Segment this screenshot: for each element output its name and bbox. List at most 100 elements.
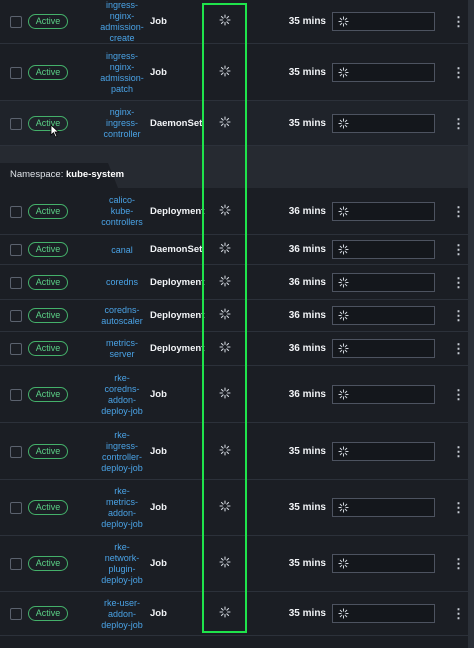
row-checkbox[interactable] [10, 66, 22, 79]
workload-age: 36 mins [288, 310, 326, 321]
spinner-icon [338, 502, 349, 513]
workload-age: 35 mins [288, 502, 326, 513]
row-checkbox[interactable] [10, 16, 22, 28]
workload-age: 35 mins [288, 117, 326, 129]
row-checkbox[interactable] [10, 310, 22, 322]
kebab-menu-icon[interactable]: ⋮ [452, 116, 465, 131]
kebab-menu-icon[interactable]: ⋮ [452, 204, 465, 219]
kebab-menu-icon[interactable]: ⋮ [452, 607, 465, 621]
workload-kind: Job [150, 388, 167, 400]
status-badge: Active [28, 500, 68, 515]
status-badge: Active [28, 115, 68, 131]
kebab-menu-icon[interactable]: ⋮ [452, 342, 465, 356]
loading-field [332, 62, 435, 82]
loading-field [332, 604, 435, 623]
kebab-menu-icon[interactable]: ⋮ [452, 309, 465, 323]
loading-field [332, 113, 435, 133]
spinner-icon [338, 310, 349, 321]
row-checkbox[interactable] [10, 343, 22, 355]
workload-kind: Job [150, 445, 167, 457]
workload-age: 35 mins [288, 445, 326, 457]
workload-name-link[interactable]: rke- ingress- controller- deploy-job [96, 430, 148, 474]
status-badge: Active [28, 242, 68, 257]
workload-name-link[interactable]: ingress- nginx- admission- patch [96, 51, 148, 95]
status-badge: Active [28, 203, 68, 219]
status-badge: Active [28, 274, 68, 290]
workload-name-link[interactable]: metrics- server [96, 338, 148, 360]
loading-field [332, 384, 435, 404]
row-checkbox[interactable] [10, 205, 22, 218]
status-badge: Active [28, 443, 68, 459]
workload-name-link[interactable]: coredns- autoscaler [96, 305, 148, 327]
workload-name-link[interactable]: coredns [96, 277, 148, 288]
workload-age: 36 mins [288, 205, 326, 217]
loading-field [332, 554, 435, 573]
row-checkbox[interactable] [10, 502, 22, 514]
workload-kind: Job [150, 16, 167, 27]
row-checkbox[interactable] [10, 608, 22, 620]
status-badge: Active [28, 14, 68, 29]
loading-field [332, 201, 435, 221]
spinner-icon [338, 205, 349, 217]
spinner-icon [338, 445, 349, 457]
namespace-label: Namespace: kube-system [10, 169, 124, 180]
loading-field [332, 240, 435, 259]
loading-field [332, 339, 435, 358]
workload-name-link[interactable]: rke-user- addon- deploy-job [96, 598, 148, 631]
workload-name-link[interactable]: canal [96, 245, 148, 256]
workload-kind: Job [150, 66, 167, 78]
workload-age: 35 mins [288, 558, 326, 569]
kebab-menu-icon[interactable]: ⋮ [452, 65, 465, 80]
workload-age: 36 mins [288, 388, 326, 400]
spinner-icon [338, 16, 349, 27]
workload-kind: DaemonSet [150, 244, 203, 255]
spinner-icon [338, 558, 349, 569]
status-badge: Active [28, 64, 68, 80]
kebab-menu-icon[interactable]: ⋮ [452, 275, 465, 290]
workload-age: 36 mins [288, 343, 326, 354]
loading-field [332, 441, 435, 461]
row-checkbox[interactable] [10, 558, 22, 570]
kebab-menu-icon[interactable]: ⋮ [452, 444, 465, 459]
row-checkbox[interactable] [10, 276, 22, 289]
highlight-box [202, 3, 247, 633]
row-checkbox[interactable] [10, 244, 22, 256]
loading-field [332, 306, 435, 325]
workload-kind: Deployment [150, 343, 205, 354]
workload-name-link[interactable]: calico- kube- controllers [96, 195, 148, 228]
row-checkbox[interactable] [10, 388, 22, 401]
workload-age: 35 mins [288, 16, 326, 27]
status-badge: Active [28, 606, 68, 621]
namespace-name: kube-system [65, 169, 125, 180]
workload-age: 35 mins [288, 608, 326, 619]
spinner-icon [338, 388, 349, 400]
workload-name-link[interactable]: rke- network- plugin- deploy-job [96, 542, 148, 586]
scrollbar[interactable] [468, 0, 474, 648]
kebab-menu-icon[interactable]: ⋮ [452, 557, 465, 571]
spinner-icon [338, 608, 349, 619]
row-checkbox[interactable] [10, 445, 22, 458]
workload-name-link[interactable]: ingress- nginx- admission- create [96, 0, 148, 44]
workload-name-link[interactable]: nginx- ingress- controller [96, 107, 148, 140]
row-checkbox[interactable] [10, 117, 22, 130]
kebab-menu-icon[interactable]: ⋮ [452, 15, 465, 29]
status-badge: Active [28, 341, 68, 356]
spinner-icon [338, 66, 349, 78]
workload-age: 36 mins [288, 244, 326, 255]
workload-age: 35 mins [288, 66, 326, 78]
workload-name-link[interactable]: rke- metrics- addon- deploy-job [96, 486, 148, 530]
status-badge: Active [28, 308, 68, 323]
loading-field [332, 272, 435, 292]
loading-field [332, 12, 435, 31]
kebab-menu-icon[interactable]: ⋮ [452, 243, 465, 257]
workload-kind: Job [150, 608, 167, 619]
workload-kind: Deployment [150, 276, 205, 288]
kebab-menu-icon[interactable]: ⋮ [452, 387, 465, 402]
workload-age: 36 mins [288, 276, 326, 288]
workload-kind: Job [150, 558, 167, 569]
workload-name-link[interactable]: rke- coredns- addon- deploy-job [96, 373, 148, 417]
kebab-menu-icon[interactable]: ⋮ [452, 501, 465, 515]
spinner-icon [338, 117, 349, 129]
spinner-icon [338, 244, 349, 255]
spinner-icon [338, 343, 349, 354]
